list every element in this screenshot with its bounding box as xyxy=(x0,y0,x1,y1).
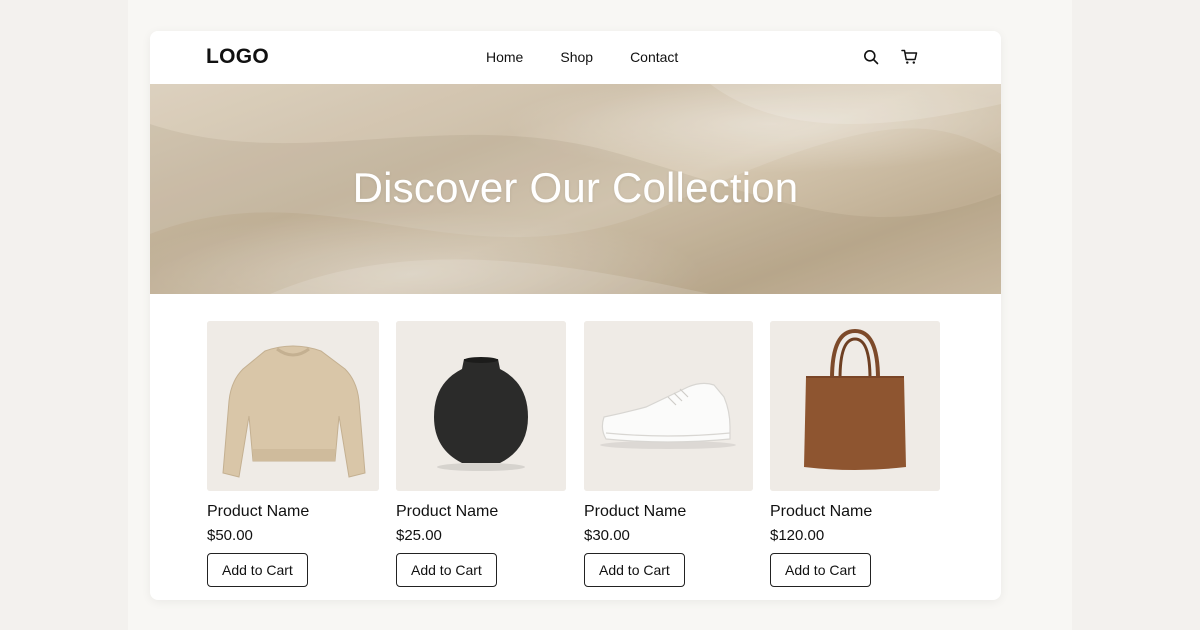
vase-image[interactable] xyxy=(396,321,566,491)
hero-title: Discover Our Collection xyxy=(352,164,799,211)
product-card: Product Name $30.00 Add to Cart xyxy=(584,321,753,587)
sweater-image[interactable] xyxy=(207,321,379,491)
top-navigation-bar: LOGO Home Shop Contact xyxy=(150,31,1001,84)
add-to-cart-button[interactable]: Add to Cart xyxy=(584,553,685,587)
add-to-cart-button[interactable]: Add to Cart xyxy=(396,553,497,587)
product-name: Product Name xyxy=(584,503,687,520)
product-price: $25.00 xyxy=(396,527,442,544)
cart-icon[interactable] xyxy=(899,47,919,67)
product-name: Product Name xyxy=(396,503,499,520)
product-price: $30.00 xyxy=(584,527,630,544)
nav-link-shop[interactable]: Shop xyxy=(560,49,593,65)
search-icon[interactable] xyxy=(861,47,881,67)
nav-link-home[interactable]: Home xyxy=(486,49,523,65)
tote-bag-image[interactable] xyxy=(770,321,940,491)
store-page-card: LOGO Home Shop Contact Discover Our Coll… xyxy=(150,31,1001,600)
add-to-cart-button[interactable]: Add to Cart xyxy=(207,553,308,587)
product-grid: Product Name $50.00 Add to Cart Product … xyxy=(207,321,947,591)
add-to-cart-button[interactable]: Add to Cart xyxy=(770,553,871,587)
product-name: Product Name xyxy=(207,503,310,520)
product-card: Product Name $120.00 Add to Cart xyxy=(770,321,940,587)
nav-link-contact[interactable]: Contact xyxy=(630,49,678,65)
sneaker-image[interactable] xyxy=(584,321,753,491)
product-price: $120.00 xyxy=(770,527,825,544)
nav-links: Home Shop Contact xyxy=(486,49,678,65)
logo[interactable]: LOGO xyxy=(206,45,269,69)
nav-icons xyxy=(861,47,919,67)
product-card: Product Name $50.00 Add to Cart xyxy=(207,321,379,587)
hero-banner: Discover Our Collection xyxy=(150,84,1001,294)
product-card: Product Name $25.00 Add to Cart xyxy=(396,321,566,587)
product-name: Product Name xyxy=(770,503,873,520)
product-price: $50.00 xyxy=(207,527,253,544)
